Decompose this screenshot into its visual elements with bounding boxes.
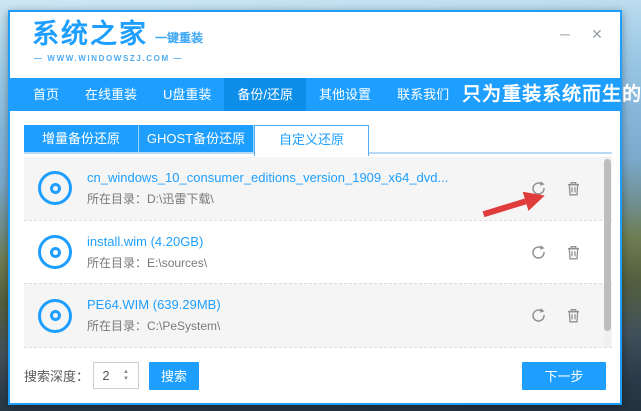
search-depth-input[interactable] bbox=[94, 368, 118, 383]
image-file-list: cn_windows_10_consumer_editions_version_… bbox=[24, 157, 612, 348]
app-window: 系统之家 一键重装 — WWW.WINDOWSZJ.COM — ─ ✕ 首页 在… bbox=[8, 10, 622, 405]
file-directory: 所在目录：E:\sources\ bbox=[87, 254, 207, 271]
scrollbar-thumb[interactable] bbox=[604, 159, 611, 331]
title-bar: 系统之家 一键重装 — WWW.WINDOWSZJ.COM — ─ ✕ bbox=[10, 12, 620, 78]
desktop-wallpaper: 系统之家 一键重装 — WWW.WINDOWSZJ.COM — ─ ✕ 首页 在… bbox=[0, 0, 641, 411]
nav-item-other-settings[interactable]: 其他设置 bbox=[306, 78, 384, 111]
app-website: — WWW.WINDOWSZJ.COM — bbox=[34, 54, 203, 63]
list-item: cn_windows_10_consumer_editions_version_… bbox=[24, 157, 612, 220]
search-depth-stepper[interactable]: ▲ ▼ bbox=[93, 362, 139, 389]
file-directory: 所在目录：C:\PeSystem\ bbox=[87, 317, 221, 334]
nav-item-usb-reinstall[interactable]: U盘重装 bbox=[150, 78, 224, 111]
minimize-icon[interactable]: ─ bbox=[556, 25, 574, 43]
trash-icon[interactable] bbox=[565, 307, 582, 324]
tab-custom-restore[interactable]: 自定义还原 bbox=[254, 125, 369, 156]
nav-item-contact-us[interactable]: 联系我们 bbox=[384, 78, 462, 111]
main-nav: 首页 在线重装 U盘重装 备份/还原 其他设置 联系我们 只为重装系统而生的工具 bbox=[10, 78, 620, 111]
file-title-link[interactable]: cn_windows_10_consumer_editions_version_… bbox=[87, 170, 448, 185]
disc-icon bbox=[38, 171, 72, 205]
refresh-icon[interactable] bbox=[530, 180, 547, 197]
trash-icon[interactable] bbox=[565, 180, 582, 197]
disc-icon bbox=[38, 235, 72, 269]
list-scrollbar[interactable] bbox=[604, 157, 611, 347]
app-title: 系统之家 bbox=[32, 19, 148, 49]
disc-icon bbox=[38, 299, 72, 333]
file-title-link[interactable]: PE64.WIM (639.29MB) bbox=[87, 297, 221, 312]
trash-icon[interactable] bbox=[565, 244, 582, 261]
next-step-button[interactable]: 下一步 bbox=[522, 362, 606, 390]
tab-ghost-backup-restore[interactable]: GHOST备份还原 bbox=[139, 125, 254, 152]
stepper-up-icon[interactable]: ▲ bbox=[123, 369, 129, 375]
nav-item-online-reinstall[interactable]: 在线重装 bbox=[72, 78, 150, 111]
list-item: install.wim (4.20GB) 所在目录：E:\sources\ bbox=[24, 220, 612, 284]
nav-slogan: 只为重装系统而生的工具 bbox=[462, 78, 641, 111]
nav-item-backup-restore[interactable]: 备份/还原 bbox=[224, 78, 306, 111]
file-title-link[interactable]: install.wim (4.20GB) bbox=[87, 234, 207, 249]
app-tagline: 一键重装 bbox=[155, 29, 203, 46]
app-logo: 系统之家 一键重装 — WWW.WINDOWSZJ.COM — bbox=[32, 19, 203, 63]
search-depth-label: 搜索深度： bbox=[24, 366, 89, 385]
list-item: PE64.WIM (639.29MB) 所在目录：C:\PeSystem\ bbox=[24, 283, 612, 347]
file-directory: 所在目录：D:\迅雷下载\ bbox=[87, 190, 448, 207]
tab-incremental-backup-restore[interactable]: 增量备份还原 bbox=[24, 125, 139, 152]
footer-bar: 搜索深度： ▲ ▼ 搜索 下一步 bbox=[10, 348, 620, 403]
tab-bar: 增量备份还原 GHOST备份还原 自定义还原 bbox=[10, 111, 620, 157]
nav-item-home[interactable]: 首页 bbox=[20, 78, 72, 111]
stepper-down-icon[interactable]: ▼ bbox=[123, 376, 129, 382]
close-icon[interactable]: ✕ bbox=[588, 25, 606, 43]
refresh-icon[interactable] bbox=[530, 244, 547, 261]
refresh-icon[interactable] bbox=[530, 307, 547, 324]
search-button[interactable]: 搜索 bbox=[149, 362, 199, 390]
